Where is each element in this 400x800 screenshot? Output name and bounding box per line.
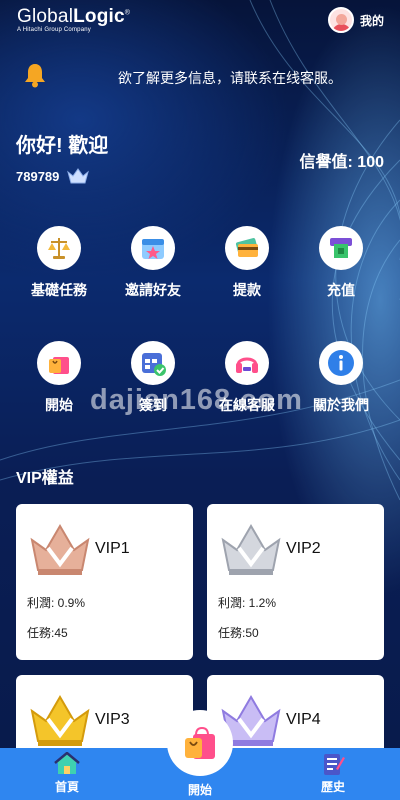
card-icon <box>225 226 269 270</box>
app-header: GlobalLogic® A Hitachi Group Company 我的 <box>0 0 400 44</box>
shopping-bag-icon <box>37 341 81 385</box>
vip4-name: VIP4 <box>286 711 321 728</box>
avatar-icon <box>327 7 354 33</box>
menu-about-us[interactable]: 關於我們 <box>298 341 384 415</box>
vip-card-1[interactable]: VIP1 利潤: 0.9% 任務:45 <box>16 504 193 660</box>
menu-withdraw-label: 提款 <box>233 282 261 298</box>
notepad-icon <box>324 754 345 775</box>
notice-bar[interactable]: 欲了解更多信息，请联系在线客服。 <box>0 60 400 92</box>
vip-section-title: VIP權益 <box>16 470 74 487</box>
atm-icon <box>319 226 363 270</box>
tab-home-label: 首頁 <box>54 780 79 794</box>
vip1-profit: 利潤: 0.9% <box>27 596 86 610</box>
watermark-text: dajian168.com <box>90 384 303 416</box>
scales-icon <box>37 226 81 270</box>
my-account-button[interactable]: 我的 <box>327 7 384 33</box>
tab-home[interactable]: 首頁 <box>27 748 107 800</box>
vip-card-2[interactable]: VIP2 利潤: 1.2% 任務:50 <box>207 504 384 660</box>
menu-recharge[interactable]: 充值 <box>298 226 384 300</box>
start-center-button[interactable] <box>167 710 233 776</box>
vip2-profit: 利潤: 1.2% <box>218 596 277 610</box>
vip1-name: VIP1 <box>95 540 130 557</box>
tab-history[interactable]: 歷史 <box>293 748 373 800</box>
menu-start-label: 開始 <box>45 397 73 413</box>
vip3-crown-icon <box>30 695 90 746</box>
rank-crown-icon <box>67 168 90 184</box>
home-icon <box>54 752 80 774</box>
vip1-crown-icon <box>30 524 90 575</box>
menu-invite-friends-label: 邀請好友 <box>125 282 181 298</box>
tab-start-label: 開始 <box>187 783 212 797</box>
user-id: 789789 <box>16 168 60 184</box>
vip2-name: VIP2 <box>286 540 321 557</box>
calendar-star-icon <box>131 226 175 270</box>
greeting-text: 你好! 歡迎 <box>16 135 109 157</box>
bell-icon <box>25 64 45 88</box>
menu-withdraw[interactable]: 提款 <box>204 226 290 300</box>
vip2-tasks: 任務:50 <box>218 626 259 640</box>
menu-about-us-label: 關於我們 <box>313 397 369 413</box>
shopping-bag-icon <box>185 726 215 759</box>
my-account-label: 我的 <box>359 13 384 28</box>
user-id-row: 789789 <box>16 167 90 185</box>
menu-basic-tasks-label: 基礎任務 <box>31 282 87 298</box>
calendar-check-icon <box>131 341 175 385</box>
brand-logo: GlobalLogic® A Hitachi Group Company <box>17 6 130 33</box>
tab-history-label: 歷史 <box>320 780 345 794</box>
brand-trademark: ® <box>124 9 131 17</box>
brand-name-light: Global <box>17 6 74 27</box>
vip2-crown-icon <box>221 524 281 575</box>
info-icon <box>319 341 363 385</box>
vip3-name: VIP3 <box>95 711 130 728</box>
vip1-tasks: 任務:45 <box>27 626 68 640</box>
credit-score: 信譽值: 100 <box>299 154 384 171</box>
brand-name-bold: Logic <box>73 6 125 27</box>
quick-menu-row-1: 基礎任務 邀請好友 提款 充值 <box>0 226 400 300</box>
notice-text: 欲了解更多信息，请联系在线客服。 <box>118 70 342 86</box>
menu-basic-tasks[interactable]: 基礎任務 <box>16 226 102 300</box>
menu-invite-friends[interactable]: 邀請好友 <box>110 226 196 300</box>
menu-recharge-label: 充值 <box>327 282 355 298</box>
headset-icon <box>225 341 269 385</box>
